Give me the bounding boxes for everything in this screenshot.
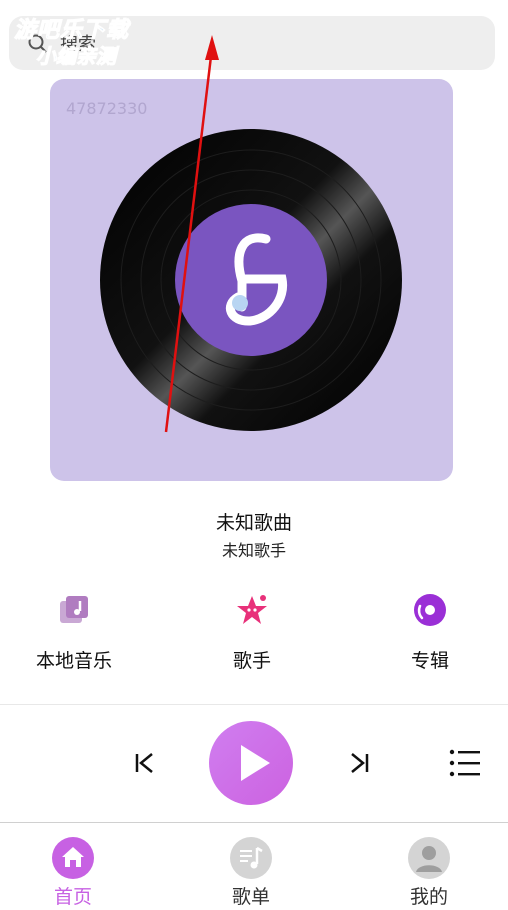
tab-mine-label: 我的 xyxy=(409,886,448,908)
divider xyxy=(0,704,508,705)
home-icon xyxy=(52,837,94,879)
watermark-text-line2: 小编亲测 xyxy=(36,44,117,69)
album-disc-icon xyxy=(414,594,446,626)
song-artist: 未知歌手 xyxy=(221,541,286,560)
tab-home-label: 首页 xyxy=(53,886,92,908)
album-button[interactable]: 专辑 xyxy=(370,592,490,682)
singer-label: 歌手 xyxy=(232,650,271,672)
tab-playlist[interactable]: 歌单 xyxy=(196,836,306,910)
album-label: 专辑 xyxy=(410,650,449,672)
watermark-logo: 游吧乐下载 小编亲测 xyxy=(13,8,204,69)
playlist-note-icon xyxy=(230,837,272,879)
song-title: 未知歌曲 xyxy=(215,512,292,534)
next-track-button[interactable] xyxy=(344,748,374,778)
play-button[interactable] xyxy=(209,721,293,805)
playlist-menu-button[interactable] xyxy=(448,746,482,780)
cover-id-text: 47872330 xyxy=(66,99,148,118)
local-music-label: 本地音乐 xyxy=(35,650,112,672)
tab-home[interactable]: 首页 xyxy=(18,836,128,910)
singer-button[interactable]: 歌手 xyxy=(192,592,312,682)
tab-mine[interactable]: 我的 xyxy=(374,836,484,910)
local-music-icon xyxy=(60,596,88,623)
play-icon xyxy=(241,745,270,781)
album-cover[interactable]: 47872330 xyxy=(50,79,453,481)
divider xyxy=(0,822,508,823)
tab-playlist-label: 歌单 xyxy=(231,886,270,908)
local-music-button[interactable]: 本地音乐 xyxy=(14,592,134,682)
singer-star-icon xyxy=(237,595,267,624)
previous-track-button[interactable] xyxy=(130,748,160,778)
vinyl-record-icon xyxy=(100,129,402,431)
profile-icon xyxy=(408,837,450,879)
